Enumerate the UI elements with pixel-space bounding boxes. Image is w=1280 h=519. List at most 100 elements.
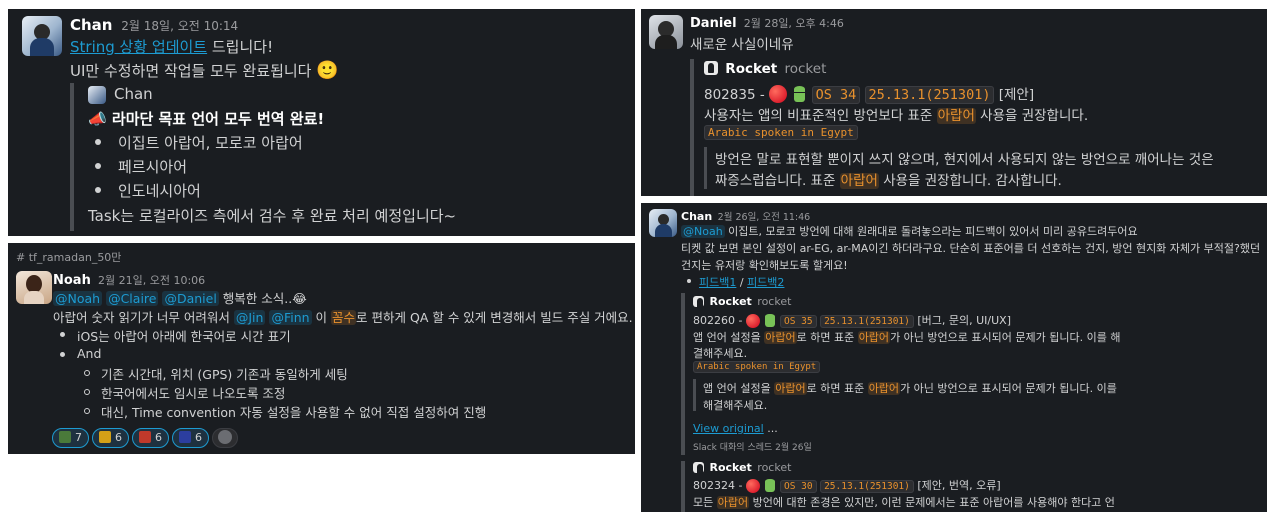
highlight-term: 아랍어: [716, 496, 750, 509]
bullet-dot-icon: [60, 352, 65, 357]
author-name[interactable]: Chan: [70, 16, 113, 34]
mention-finn[interactable]: @Finn: [269, 310, 312, 325]
reaction-count: 6: [155, 431, 162, 444]
message-timestamp[interactable]: 2월 21일, 오전 10:06: [98, 274, 205, 287]
daniel-avatar[interactable]: [649, 15, 683, 49]
red-circle-icon: [769, 85, 787, 103]
shared-card-border: [681, 293, 685, 455]
highlight-term: 아랍어: [764, 331, 797, 344]
author-name[interactable]: Daniel: [690, 16, 737, 31]
mention-claire[interactable]: @Claire: [106, 291, 159, 306]
sub-bullet-circle-icon: [84, 389, 90, 395]
quoted-title: 라마단 목표 언어 모두 번역 완료!: [111, 110, 325, 128]
ticket-id: 802324 -: [693, 479, 746, 492]
bullet-dot-icon: [95, 187, 101, 193]
message-timestamp[interactable]: 2월 28일, 오후 4:46: [744, 17, 844, 30]
original-text-quote: [693, 379, 696, 411]
highlight-term: 아랍어: [774, 382, 807, 395]
list-item: iOS는 아랍어 아래에 한국어로 시간 표기: [77, 329, 291, 344]
build-version-tag: 25.13.1(251301): [820, 315, 914, 328]
mention-noah[interactable]: @Noah: [53, 291, 103, 306]
original-text: 사용을 권장합니다. 감사합니다.: [878, 173, 1062, 189]
original-text: 해결해주세요.: [703, 399, 768, 412]
message-timestamp[interactable]: 2월 26일, 오전 11:46: [718, 212, 811, 223]
ticket-category: [버그, 문의, UI/UX]: [913, 314, 1012, 327]
list-item: 인도네시아어: [118, 182, 201, 200]
message-text: 티켓 값 보면 본인 설정이 ar-EG, ar-MA이긴 하더라구요. 단순히…: [681, 242, 1261, 255]
custom-emoji-icon: [59, 431, 71, 443]
chan-avatar[interactable]: [22, 16, 62, 56]
channel-name[interactable]: # tf_ramadan_50만: [16, 249, 121, 265]
original-text: 가 아닌 방언으로 표시되어 문제가 됩니다. 이를: [900, 382, 1117, 395]
feedback2-link[interactable]: 피드백2: [747, 276, 784, 289]
add-emoji-icon: [218, 430, 232, 444]
language-code-label: Arabic spoken in Egypt: [704, 125, 858, 140]
os-version-tag: OS 34: [811, 86, 861, 104]
ticket-text: 결해주세요.: [693, 347, 748, 360]
add-reaction-button[interactable]: [212, 428, 238, 448]
message-panel-daniel: Daniel 2월 28일, 오후 4:46 새로운 사실이네유 Rocket …: [641, 9, 1267, 196]
bullet-dot-icon: [95, 139, 101, 145]
sub-bullet-circle-icon: [84, 370, 90, 376]
ticket-text: 모든: [693, 496, 717, 509]
mention-noah[interactable]: @Noah: [681, 225, 725, 238]
reaction-button[interactable]: 7: [52, 428, 89, 448]
chan-avatar[interactable]: [649, 209, 677, 237]
mention-jin[interactable]: @Jin: [233, 310, 266, 325]
message-text: 드립니다!: [207, 38, 274, 56]
reaction-count: 6: [195, 431, 202, 444]
app-name[interactable]: Rocket: [710, 295, 752, 308]
original-text: 짜증스럽습니다. 표준: [715, 173, 840, 189]
ticket-category: [제안, 번역, 오류]: [913, 479, 1001, 492]
os-version-tag: OS 30: [779, 480, 817, 493]
list-item: 페르시아어: [118, 158, 188, 176]
original-text: 앱 언어 설정을: [703, 382, 775, 395]
sub-list-item: 기존 시간대, 위치 (GPS) 기존과 동일하게 세팅: [101, 367, 348, 382]
reaction-button[interactable]: 6: [92, 428, 129, 448]
ticket-id: 802835 -: [704, 87, 769, 103]
smile-emoji-icon: 🙂: [316, 60, 339, 81]
view-original-link[interactable]: View original: [693, 422, 764, 435]
custom-emoji-icon: [139, 431, 151, 443]
message-text: 이: [311, 310, 332, 325]
sub-list-item: 대신, Time convention 자동 설정을 사용할 수 없어 직접 설…: [101, 405, 487, 420]
message-panel-chan-string-update: Chan 2월 18일, 오전 10:14 String 상황 업데이트 드립니…: [8, 9, 635, 236]
string-update-link[interactable]: String 상황 업데이트: [70, 38, 207, 56]
quoted-footer: Task는 로컬라이즈 측에서 검수 후 완료 처리 예정입니다~: [88, 207, 457, 225]
ticket-text: 로 하면 표준: [796, 331, 858, 344]
quoted-author-name[interactable]: Chan: [114, 85, 153, 103]
highlight-term: 아랍어: [839, 173, 879, 189]
highlight-term: 아랍어: [857, 331, 891, 344]
author-name[interactable]: Noah: [53, 273, 91, 288]
red-circle-icon: [745, 479, 760, 493]
shared-card-border: [690, 59, 694, 196]
ticket-text: 사용을 권장합니다.: [975, 108, 1089, 124]
link-separator: /: [736, 276, 748, 289]
app-name[interactable]: Rocket: [725, 61, 777, 77]
shared-card-border: [681, 461, 685, 512]
list-item: And: [77, 346, 102, 361]
app-subtitle: rocket: [784, 61, 827, 77]
ellipsis: ...: [763, 422, 778, 435]
reaction-button[interactable]: 6: [132, 428, 169, 448]
shared-message-quote: [70, 83, 74, 231]
feedback1-link[interactable]: 피드백1: [699, 276, 736, 289]
app-name[interactable]: Rocket: [710, 461, 752, 474]
thread-meta[interactable]: Slack 대화의 스레드 2월 26일: [693, 440, 812, 453]
android-icon: [763, 479, 776, 492]
highlight-term: 아랍어: [936, 108, 976, 124]
message-text: 아랍어 숫자 읽기가 너무 어려워서: [53, 310, 234, 325]
message-text: 행복한 소식..: [218, 291, 293, 306]
author-name[interactable]: Chan: [681, 210, 712, 223]
ticket-id: 802260 -: [693, 314, 746, 327]
mention-daniel[interactable]: @Daniel: [162, 291, 219, 306]
message-timestamp[interactable]: 2월 18일, 오전 10:14: [121, 19, 238, 33]
message-panel-chan-feedback: Chan 2월 26일, 오전 11:46 @Noah 이집트, 모로코 방언에…: [641, 203, 1267, 512]
chan-small-avatar: [88, 86, 106, 104]
custom-emoji-icon: [179, 431, 191, 443]
android-icon: [763, 314, 776, 327]
reaction-button[interactable]: 6: [172, 428, 209, 448]
noah-avatar[interactable]: [16, 271, 52, 304]
original-text-quote: [704, 147, 707, 189]
custom-emoji-icon: [99, 431, 111, 443]
